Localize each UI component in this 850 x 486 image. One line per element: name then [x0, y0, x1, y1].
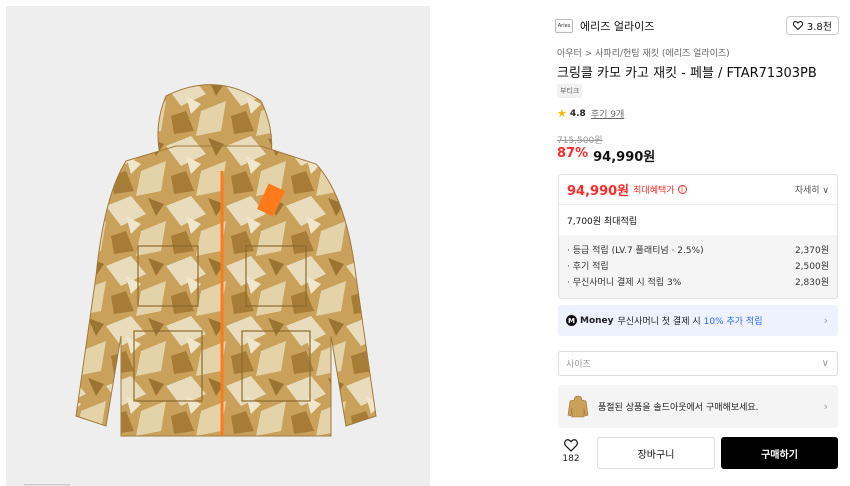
wishlist-count: 182 [562, 454, 580, 464]
reviews-link[interactable]: 후기 9개 [591, 107, 624, 120]
benefit-price: 94,990원 [567, 184, 630, 199]
breadcrumb-subcategory[interactable]: 사파리/헌팅 재킷 (에리즈 얼라이즈) [595, 49, 730, 59]
money-brand: Money [580, 315, 614, 326]
points-title: 7,700원 최대적립 [567, 216, 638, 227]
brand-like-button[interactable]: 3.8천 [785, 16, 839, 35]
money-icon: M [566, 315, 577, 326]
jacket-thumbnail-icon [567, 395, 589, 417]
points-row-label: · 등급 적립 (LV.7 플래티넘 · 2.5%) [567, 245, 704, 256]
points-row-value: 2,830원 [794, 277, 829, 288]
product-title: 크링클 카모 카고 재킷 - 페블 / FTAR71303PB [557, 66, 817, 81]
benefit-label: 최대혜택가 [633, 186, 675, 196]
price-row: 87% 94,990원 [557, 146, 655, 165]
breadcrumb-category[interactable]: 아우터 [557, 49, 582, 59]
size-select[interactable]: 사이즈 ∨ [558, 351, 838, 376]
product-image-panel [6, 6, 430, 486]
benefit-header: 94,990원 최대혜택가 i 자세히 ∨ [559, 175, 837, 205]
product-info-panel: Aries 에리즈 얼라이즈 3.8천 아우터 > 사파리/헌팅 재킷 (에리즈… [547, 6, 847, 486]
points-row: · 후기 적립 2,500원 [567, 257, 829, 273]
original-price: 715,500원 [557, 136, 603, 146]
chevron-down-icon: ∨ [821, 358, 829, 369]
benefit-detail-toggle[interactable]: 자세히 ∨ [795, 183, 829, 196]
heart-icon [792, 21, 803, 30]
benefit-box: 94,990원 최대혜택가 i 자세히 ∨ 7,700원 최대적립 · 등급 적… [558, 174, 838, 299]
size-select-placeholder: 사이즈 [566, 360, 591, 370]
chevron-right-icon: › [823, 400, 828, 413]
brand-name[interactable]: 에리즈 얼라이즈 [580, 18, 654, 34]
points-row: · 무신사머니 결제 시 적립 3% 2,830원 [567, 273, 829, 289]
wishlist-button[interactable]: 182 [559, 439, 583, 464]
star-icon: ★ [557, 107, 567, 120]
money-banner[interactable]: M Money 무신사머니 첫 결제 시 10% 추가 적립 › [558, 305, 838, 336]
rating-score: 4.8 [569, 108, 586, 119]
brand-like-count: 3.8천 [806, 22, 832, 33]
product-tag: 부티크 [557, 84, 583, 98]
heart-icon [564, 439, 578, 452]
discount-rate: 87% [557, 146, 589, 161]
brand-logo[interactable]: Aries [555, 19, 573, 33]
chevron-right-icon: › [823, 314, 828, 327]
points-row: · 등급 적립 (LV.7 플래티넘 · 2.5%) 2,370원 [567, 241, 829, 257]
buy-now-button[interactable]: 구매하기 [721, 437, 838, 469]
breadcrumb: 아우터 > 사파리/헌팅 재킷 (에리즈 얼라이즈) [557, 46, 730, 59]
brand-row: Aries 에리즈 얼라이즈 3.8천 [555, 14, 839, 38]
sale-price: 94,990원 [593, 150, 656, 165]
soldout-text: 품절된 상품을 솔드아웃에서 구매해보세요. [598, 403, 759, 413]
breadcrumb-separator: > [584, 49, 593, 59]
points-row-label: · 후기 적립 [567, 261, 609, 272]
money-text: 무신사머니 첫 결제 시 [617, 317, 701, 327]
points-row-value: 2,500원 [794, 261, 829, 272]
add-to-cart-button[interactable]: 장바구니 [597, 437, 715, 469]
points-row-value: 2,370원 [794, 245, 829, 256]
info-icon[interactable]: i [677, 185, 687, 194]
product-image-jacket [75, 84, 377, 437]
money-highlight: 10% 추가 적립 [703, 317, 763, 327]
points-list: · 등급 적립 (LV.7 플래티넘 · 2.5%) 2,370원 · 후기 적… [559, 235, 837, 298]
rating: ★ 4.8 후기 9개 [557, 107, 624, 120]
soldout-banner[interactable]: 품절된 상품을 솔드아웃에서 구매해보세요. › [558, 385, 838, 428]
points-row-label: · 무신사머니 결제 시 적립 3% [567, 277, 682, 288]
